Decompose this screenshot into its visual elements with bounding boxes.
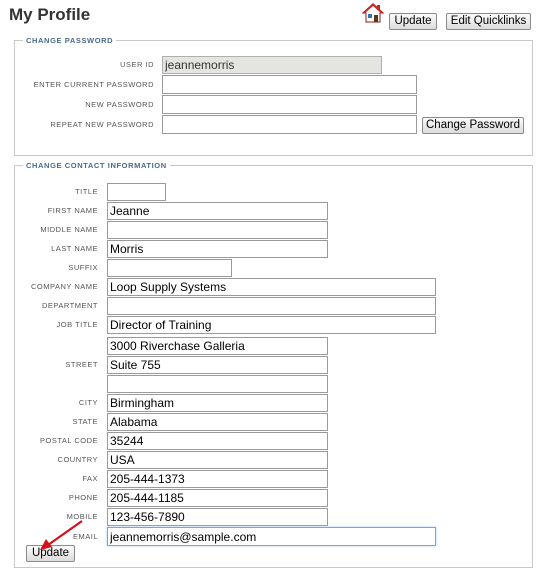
contact-info-legend: CHANGE CONTACT INFORMATION <box>26 161 167 170</box>
title-input[interactable] <box>107 183 166 201</box>
suffix-input[interactable] <box>107 259 232 277</box>
header-update-button[interactable]: Update <box>389 13 437 30</box>
city-label: CITY <box>78 398 98 407</box>
change-password-legend: CHANGE PASSWORD <box>26 36 114 45</box>
country-input[interactable] <box>107 451 328 469</box>
country-label: COUNTRY <box>57 455 98 464</box>
repeat-password-label: REPEAT NEW PASSWORD <box>50 120 154 129</box>
phone-label: PHONE <box>68 493 98 502</box>
new-password-input[interactable] <box>162 95 417 114</box>
first-name-label: FIRST NAME <box>47 206 98 215</box>
last-name-label: LAST NAME <box>51 244 98 253</box>
title-label: TITLE <box>75 187 98 196</box>
user-id-label: USER ID <box>120 60 154 69</box>
last-name-input[interactable] <box>107 240 328 258</box>
middle-name-label: MIDDLE NAME <box>40 225 98 234</box>
current-password-input[interactable] <box>162 75 417 94</box>
email-input[interactable] <box>107 527 436 546</box>
postal-code-label: POSTAL CODE <box>39 436 98 445</box>
change-password-button[interactable]: Change Password <box>422 117 524 134</box>
mobile-input[interactable] <box>107 508 328 526</box>
annotation-arrow-icon <box>40 520 83 550</box>
phone-input[interactable] <box>107 489 328 507</box>
street-line2-input[interactable] <box>107 356 328 374</box>
street-line1-input[interactable] <box>107 337 328 355</box>
department-input[interactable] <box>107 297 436 315</box>
first-name-input[interactable] <box>107 202 328 220</box>
postal-code-input[interactable] <box>107 432 328 450</box>
state-label: STATE <box>72 417 98 426</box>
job-title-input[interactable] <box>107 316 436 334</box>
department-label: DEPARTMENT <box>42 301 98 310</box>
company-name-label: COMPANY NAME <box>31 282 98 291</box>
edit-quicklinks-button[interactable]: Edit Quicklinks <box>446 13 531 30</box>
job-title-label: JOB TITLE <box>56 320 98 329</box>
middle-name-input[interactable] <box>107 221 328 239</box>
company-name-input[interactable] <box>107 278 436 296</box>
city-input[interactable] <box>107 394 328 412</box>
repeat-password-input[interactable] <box>162 115 417 134</box>
page-title: My Profile <box>9 5 91 24</box>
current-password-label: ENTER CURRENT PASSWORD <box>33 80 154 89</box>
state-input[interactable] <box>107 413 328 431</box>
fax-label: FAX <box>82 474 98 483</box>
street-label: STREET <box>65 360 98 369</box>
user-id-field <box>162 56 382 74</box>
home-icon[interactable] <box>362 2 384 24</box>
street-line3-input[interactable] <box>107 375 328 393</box>
suffix-label: SUFFIX <box>68 263 98 272</box>
fax-input[interactable] <box>107 470 328 488</box>
new-password-label: NEW PASSWORD <box>85 100 154 109</box>
